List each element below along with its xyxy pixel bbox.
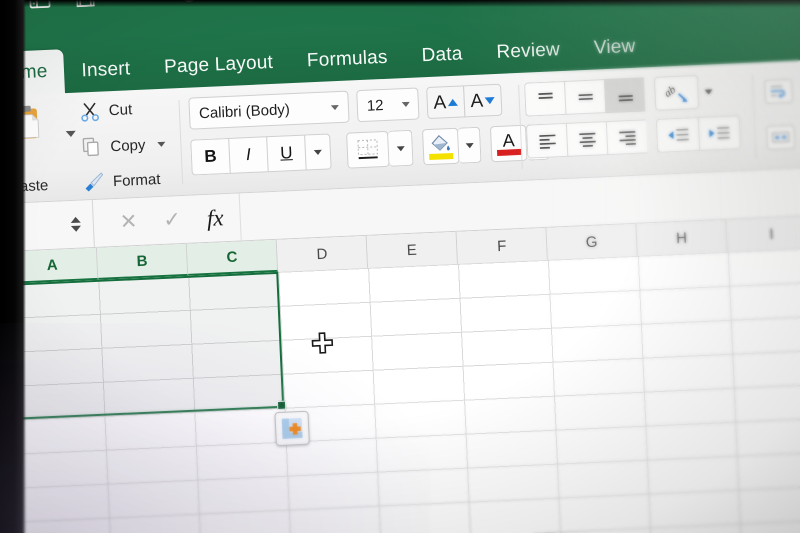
excel-application-window: Home Insert Page Layout Formulas Data Re… [0,0,800,533]
triangle-down-icon [485,97,495,104]
photograph-of-screen: Home Insert Page Layout Formulas Data Re… [0,0,800,533]
name-box-spinner[interactable] [71,217,82,232]
cancel-formula-icon[interactable]: ✕ [119,209,138,235]
align-left-button[interactable] [526,123,567,159]
ribbon-group-wrap-merge: Wrap Text Merge & Cente [763,53,800,170]
font-name-select[interactable]: Calibri (Body) [188,91,349,130]
horizontal-align-buttons [526,115,741,158]
worksheet-grid: A B C D E F G H I J 1 2 3 4 5 6 7 8 9 [0,214,800,533]
chevron-down-icon[interactable] [402,102,410,107]
cell-select-cursor-icon [311,331,334,354]
decrease-indent-button[interactable] [656,117,699,153]
quick-analysis-icon [280,416,305,441]
wrap-text-icon [764,79,793,104]
column-header-c[interactable]: C [187,240,278,276]
copy-label: Copy [110,136,146,155]
text-orientation-button[interactable]: ab [654,75,699,111]
increase-indent-button[interactable] [698,115,741,151]
paintbrush-icon [82,170,106,194]
decrease-font-size-button[interactable]: A [463,84,502,118]
decrease-font-size-label: A [470,91,484,111]
borders-button[interactable] [346,131,390,169]
column-header-d[interactable]: D [277,236,368,272]
selection-range-highlight[interactable] [8,272,284,420]
borders-icon [354,137,381,162]
borders-dropdown-button[interactable] [388,130,414,167]
cut-label: Cut [108,101,132,119]
text-style-buttons: B I U [190,133,331,175]
bold-button[interactable]: B [190,138,230,176]
fill-handle[interactable] [277,401,286,410]
font-size-value: 12 [366,97,383,115]
font-size-select[interactable]: 12 [356,87,419,122]
align-top-button[interactable] [524,81,565,117]
triangle-up-icon [448,98,458,105]
copy-icon [80,136,103,159]
column-header-g[interactable]: G [546,224,637,260]
copy-dropdown-caret-icon[interactable] [157,141,165,146]
copy-button[interactable]: Copy [80,133,166,159]
quick-analysis-button[interactable] [274,411,309,446]
bold-label: B [204,146,217,167]
align-right-button[interactable] [606,119,647,155]
fill-color-button[interactable] [422,128,460,166]
scissors-icon [78,100,101,123]
paste-dropdown-caret-icon[interactable] [66,131,76,137]
wrap-text-button[interactable]: Wrap Text [764,76,800,104]
chevron-down-icon [465,143,473,148]
tab-data[interactable]: Data [404,35,481,80]
tab-review[interactable]: Review [479,30,578,76]
tab-view[interactable]: View [576,27,653,72]
spinner-down-icon[interactable] [71,226,81,232]
indent-buttons [656,115,741,153]
font-color-swatch [497,148,521,155]
spinner-up-icon[interactable] [71,217,81,223]
formula-bar-actions: ✕ ✓ fx [93,205,224,237]
enter-formula-icon[interactable]: ✓ [163,207,182,233]
cell-area[interactable] [8,246,800,533]
merge-center-icon [766,125,795,150]
cut-button[interactable]: Cut [78,98,132,122]
align-middle-button[interactable] [564,79,605,115]
ribbon-group-clipboard: Paste Cut C [0,88,183,205]
fill-color-dropdown-button[interactable] [458,127,482,164]
svg-text:ab: ab [662,83,678,99]
font-color-letter-icon: A [502,132,515,149]
vertical-align-buttons: ab [524,74,713,116]
italic-button[interactable]: I [228,136,268,174]
column-header-f[interactable]: F [457,228,548,264]
format-painter-label: Format [113,171,161,190]
ribbon-group-font: Calibri (Body) 12 A A B [184,75,473,196]
increase-font-size-label: A [433,93,447,113]
fill-color-swatch [429,153,453,160]
merge-center-button[interactable]: Merge & Cente [766,120,800,150]
chevron-down-icon [314,149,322,154]
underline-dropdown-button[interactable] [304,133,332,170]
chevron-down-icon [396,146,404,151]
increase-font-size-button[interactable]: A [426,85,465,119]
insert-function-icon[interactable]: fx [206,205,224,232]
font-name-value: Calibri (Body) [199,101,291,122]
column-header-e[interactable]: E [367,232,458,268]
orientation-dropdown-caret-icon[interactable] [704,74,714,108]
tab-insert[interactable]: Insert [64,49,149,95]
screen-bezel-top [0,0,800,7]
underline-label: U [280,143,293,164]
column-header-h[interactable]: H [636,220,727,256]
chevron-down-icon[interactable] [331,105,339,110]
align-bottom-button[interactable] [604,77,645,113]
orientation-ab-icon: ab [662,80,691,105]
align-center-button[interactable] [566,121,607,157]
italic-label: I [246,145,252,165]
format-painter-button[interactable]: Format [82,168,161,194]
column-header-b[interactable]: B [97,244,188,280]
ribbon-group-alignment: ab [524,63,759,181]
fill-bucket-icon [429,133,452,153]
column-header-i[interactable]: I [726,216,800,252]
underline-button[interactable]: U [266,135,306,173]
screen-bezel-left [0,0,26,533]
